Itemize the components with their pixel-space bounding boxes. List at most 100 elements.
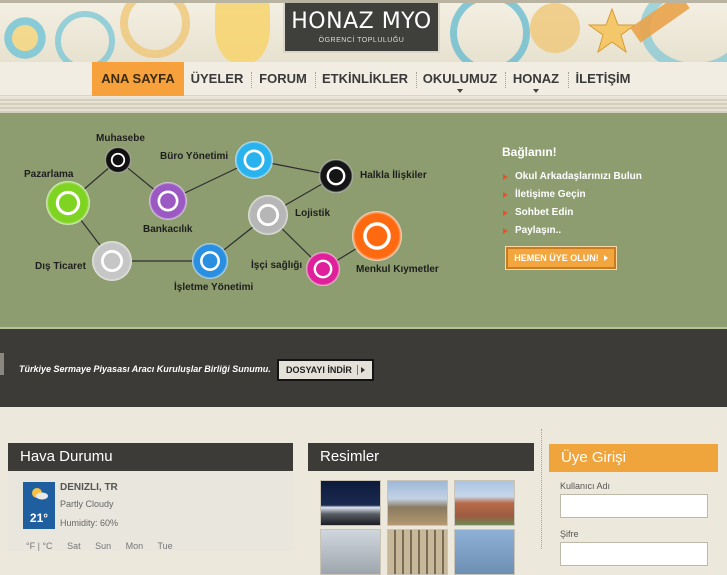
diagram-label: Dış Ticaret	[35, 261, 86, 272]
diagram-node	[319, 159, 353, 193]
banner-notch	[0, 353, 4, 375]
diagram-label: Pazarlama	[24, 169, 74, 180]
star-icon	[588, 7, 636, 54]
photo-thumbnail[interactable]	[320, 529, 381, 575]
nav-item-forum[interactable]: FORUM	[256, 62, 310, 96]
signup-button-label: HEMEN ÜYE OLUN!	[514, 253, 599, 263]
play-icon	[357, 365, 367, 375]
diagram-label: Muhasebe	[96, 133, 145, 144]
join-item[interactable]: İletişime Geçin	[502, 186, 722, 204]
temperature: 21°	[29, 511, 49, 525]
join-item-label: Sohbet Edin	[515, 207, 574, 218]
bullet-arrow-icon	[503, 210, 508, 216]
join-item-label: Paylaşın..	[515, 225, 562, 236]
diagram-label: İşletme Yönetimi	[174, 282, 254, 293]
nav-item-honaz[interactable]: HONAZ	[510, 62, 562, 96]
bullet-arrow-icon	[503, 228, 508, 234]
nav-item-events[interactable]: ETKİNLİKLER	[320, 62, 410, 96]
nav-separator	[505, 72, 506, 88]
nav-item-school[interactable]: OKULUMUZ	[421, 62, 499, 96]
photo-thumbnail[interactable]	[320, 480, 381, 526]
forecast-day: Sat	[67, 541, 81, 551]
diagram-label: Bankacılık	[143, 224, 193, 235]
diagram-label: Halkla İlişkiler	[360, 170, 427, 181]
feature-section: Muhasebe Büro Yönetimi Pazarlama Bankacı…	[0, 113, 727, 329]
weather-humidity: Humidity: 60%	[60, 518, 119, 528]
join-title: Bağlanın!	[502, 145, 557, 159]
decorative-swirl	[450, 3, 530, 62]
bullet-arrow-icon	[503, 174, 508, 180]
diagram-label: Lojistik	[295, 208, 331, 219]
chevron-down-icon	[533, 89, 539, 93]
photos-title: Resimler	[308, 443, 534, 471]
join-box: Bağlanın! Okul Arkadaşlarınızı Bulun İle…	[502, 145, 722, 269]
forecast-day: Sun	[95, 541, 112, 551]
weather-widget: 21° DENIZLI, TR Partly Cloudy Humidity: …	[8, 471, 293, 551]
diagram-node	[235, 141, 273, 179]
nav-item-members[interactable]: ÜYELER	[188, 62, 246, 96]
diagram-label: Büro Yönetimi	[160, 151, 229, 162]
department-diagram: Muhasebe Büro Yönetimi Pazarlama Bankacı…	[0, 113, 480, 329]
arrow-right-icon	[603, 255, 608, 261]
photo-thumbnail[interactable]	[387, 480, 448, 526]
join-item[interactable]: Paylaşın..	[502, 222, 722, 240]
join-item[interactable]: Okul Arkadaşlarınızı Bulun	[502, 168, 722, 186]
decorative-swirl	[120, 3, 190, 58]
diagram-node	[105, 147, 131, 173]
photo-thumbnail[interactable]	[387, 529, 448, 575]
logo-title: HONAZ MYO	[291, 9, 432, 34]
site-header: HONAZ MYO ÖGRENCİ TOPLULUĞU	[0, 0, 727, 62]
nav-separator	[251, 72, 252, 88]
decorative-swirl	[530, 3, 580, 53]
password-field[interactable]	[560, 542, 708, 566]
download-button-label: DOSYAYI İNDİR	[286, 365, 352, 375]
nav-item-home[interactable]: ANA SAYFA	[92, 62, 184, 96]
download-button[interactable]: DOSYAYI İNDİR	[277, 359, 374, 381]
decorative-swirl	[55, 11, 115, 62]
login-title: Üye Girişi	[549, 444, 718, 472]
signup-button[interactable]: HEMEN ÜYE OLUN!	[506, 247, 616, 269]
weather-condition: Partly Cloudy	[60, 499, 114, 509]
join-item-label: Okul Arkadaşlarınızı Bulun	[515, 171, 642, 182]
site-logo[interactable]: HONAZ MYO ÖGRENCİ TOPLULUĞU	[283, 3, 440, 53]
username-field[interactable]	[560, 494, 708, 518]
nav-item-contact[interactable]: İLETİŞİM	[573, 62, 633, 96]
nav-item-honaz-label: HONAZ	[512, 71, 560, 86]
nav-separator	[568, 72, 569, 88]
nav-separator	[416, 72, 417, 88]
password-label: Şifre	[560, 529, 579, 539]
forecast-day: Mon	[125, 541, 144, 551]
nav-separator	[315, 72, 316, 88]
photo-thumbnail[interactable]	[454, 480, 515, 526]
forecast-day: Tue	[157, 541, 173, 551]
join-item-label: İletişime Geçin	[515, 189, 586, 200]
photo-thumbnail[interactable]	[454, 529, 515, 575]
decorative-swirl	[215, 3, 270, 62]
username-label: Kullanıcı Adı	[560, 481, 611, 491]
chevron-down-icon	[457, 89, 463, 93]
diagram-label: Menkul Kıymetler	[356, 264, 439, 275]
column-divider	[541, 429, 542, 549]
weather-city: DENIZLI, TR	[60, 482, 118, 493]
weather-days: °F | °C Sat Sun Mon Tue	[26, 541, 185, 551]
bullet-arrow-icon	[503, 192, 508, 198]
diagram-node	[46, 181, 90, 225]
diagram-node	[192, 243, 228, 279]
diagram-node	[352, 211, 402, 261]
unit-toggle[interactable]: °F | °C	[26, 541, 53, 551]
bottom-section: Hava Durumu 21° DENIZLI, TR Partly Cloud…	[0, 407, 727, 575]
logo-subtitle: ÖGRENCİ TOPLULUĞU	[318, 37, 405, 44]
partly-cloudy-icon	[32, 488, 48, 500]
diagram-node	[306, 252, 340, 286]
weather-title: Hava Durumu	[8, 443, 293, 471]
diagram-node	[248, 195, 288, 235]
download-banner: Türkiye Sermaye Piyasası Aracı Kuruluşla…	[0, 329, 727, 407]
weather-tile: 21°	[23, 482, 55, 529]
diagram-node	[92, 241, 132, 281]
join-item[interactable]: Sohbet Edin	[502, 204, 722, 222]
decorative-stripes	[0, 97, 727, 113]
banner-text: Türkiye Sermaye Piyasası Aracı Kuruluşla…	[19, 364, 271, 374]
diagram-label: İşçi sağlığı	[251, 260, 303, 271]
nav-item-school-label: OKULUMUZ	[422, 71, 498, 86]
diagram-node	[149, 182, 187, 220]
